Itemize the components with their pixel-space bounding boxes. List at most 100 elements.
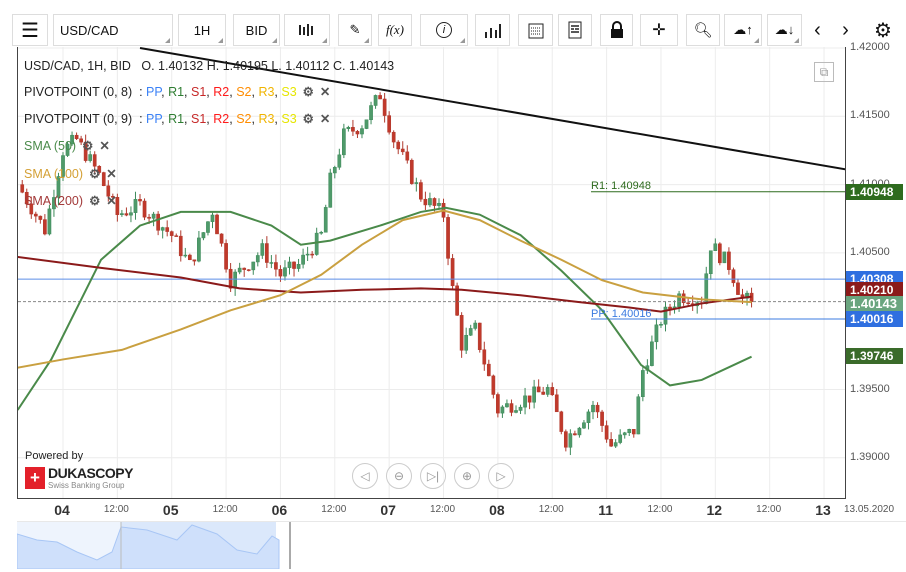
- period-value: 1H: [193, 22, 211, 38]
- gear-icon[interactable]: ⚙: [89, 166, 100, 181]
- candle-body: [573, 433, 577, 436]
- candle-body: [582, 422, 586, 429]
- candle-body: [532, 386, 536, 403]
- candle-body: [369, 105, 373, 121]
- legend-sma-200: SMA (200) ⚙ ✕: [24, 193, 117, 208]
- fullscreen-button[interactable]: ⧉: [814, 62, 834, 82]
- candle-body: [541, 391, 546, 395]
- candle-body: [287, 261, 292, 268]
- x-tick: 12:00: [538, 504, 564, 515]
- x-tick: 06: [271, 502, 288, 518]
- navigator-chart: [16, 522, 291, 570]
- candle-body: [618, 434, 623, 443]
- pivot-s1: S1: [191, 112, 207, 126]
- close-icon[interactable]: ✕: [106, 166, 116, 181]
- gear-icon[interactable]: ⚙: [82, 138, 93, 153]
- close-icon[interactable]: ✕: [99, 138, 109, 153]
- scroll-left-button[interactable]: ‹: [805, 14, 830, 46]
- navigator[interactable]: [16, 521, 906, 570]
- price-label: 1.40016: [846, 311, 903, 327]
- candle-body: [92, 154, 97, 167]
- period-select[interactable]: 1H: [178, 14, 226, 46]
- x-tick: 12: [706, 502, 723, 518]
- candle-body: [283, 267, 287, 277]
- candle-body: [47, 208, 52, 235]
- candle-body: [727, 251, 731, 270]
- draw-button[interactable]: ✎: [338, 14, 372, 46]
- candle-body: [464, 335, 469, 351]
- pencil-icon: ✎: [349, 22, 361, 37]
- candle-body: [246, 269, 251, 271]
- candle-body: [514, 410, 518, 413]
- zoom-out-button[interactable]: ⊖: [386, 463, 412, 489]
- candle-body: [554, 394, 559, 413]
- candle-body: [604, 425, 609, 440]
- symbol-select[interactable]: USD/CAD: [53, 14, 173, 46]
- gear-icon[interactable]: ⚙: [89, 193, 100, 208]
- price-chart[interactable]: USD/CAD, 1H, BID O. 1.40132 H. 1.40195 L…: [17, 47, 846, 499]
- legend-pivot-0: PIVOTPOINT (0, 8) : PP, R1, S1, R2, S2, …: [24, 84, 331, 99]
- pivot-s1: S1: [191, 85, 207, 99]
- gear-icon[interactable]: ⚙: [303, 111, 314, 126]
- candle-body: [428, 198, 432, 206]
- report-button[interactable]: [558, 14, 592, 46]
- zoom-chart-button[interactable]: 🔍︎: [686, 14, 720, 46]
- menu-button[interactable]: ☰: [12, 14, 48, 46]
- candle-body: [33, 213, 38, 217]
- pivot-pp: PP: [146, 112, 162, 126]
- candle-body: [219, 233, 224, 244]
- close-icon[interactable]: ✕: [320, 111, 330, 126]
- candle-body: [722, 251, 727, 264]
- candle-body: [351, 127, 355, 132]
- candle-body: [124, 213, 129, 216]
- brand-sub: Swiss Banking Group: [48, 481, 125, 490]
- zoom-in-button[interactable]: ⊕: [454, 463, 480, 489]
- fx-icon: f(x): [385, 22, 405, 37]
- side-select[interactable]: BID: [233, 14, 280, 46]
- calendar-button[interactable]: [518, 14, 553, 46]
- candle-body: [713, 243, 718, 251]
- candle-body: [364, 119, 369, 129]
- legend-pivot-1: PIVOTPOINT (0, 9) : PP, R1, S1, R2, S2, …: [24, 111, 331, 126]
- candle-body: [577, 427, 582, 436]
- triangle-right-icon: ▷: [496, 469, 506, 483]
- x-tick: 13: [815, 502, 831, 518]
- r1-label: R1: 1.40948: [591, 180, 651, 192]
- info-button[interactable]: i: [420, 14, 468, 46]
- x-tick: 12:00: [430, 504, 456, 515]
- bar-chart-icon: [484, 24, 501, 38]
- upload-button[interactable]: ☁↑: [724, 14, 762, 46]
- candle-body: [197, 237, 201, 262]
- chart-type-button[interactable]: [284, 14, 330, 46]
- time-axis[interactable]: 04 12:00 05 12:00 06 12:00 07 12:00 08 12:00 11 12:…: [17, 499, 906, 521]
- pivot-r1: R1: [168, 85, 185, 99]
- price-axis[interactable]: 1.420001.415001.410001.405001.395001.390…: [846, 41, 906, 499]
- close-icon[interactable]: ✕: [106, 193, 116, 208]
- download-button[interactable]: ☁↓: [767, 14, 802, 46]
- close-icon[interactable]: ✕: [320, 84, 330, 99]
- sma200-line: [18, 256, 752, 313]
- crosshair-icon: ✛: [652, 22, 666, 39]
- candle-body: [686, 302, 690, 305]
- nav-forward-button[interactable]: ▷: [488, 463, 514, 489]
- candle-body: [419, 182, 423, 200]
- gear-icon[interactable]: ⚙: [303, 84, 314, 99]
- candle-body: [328, 172, 333, 208]
- report-icon: [568, 21, 582, 39]
- pivot-r2: R2: [213, 112, 230, 126]
- y-tick: 1.41500: [850, 109, 890, 122]
- indicators-button[interactable]: f(x): [378, 14, 412, 46]
- reset-button[interactable]: ▷|: [420, 463, 446, 489]
- sma-label: SMA (100): [24, 167, 84, 181]
- pivot-s3: S3: [281, 112, 297, 126]
- nav-back-button[interactable]: ◁: [352, 463, 378, 489]
- volume-button[interactable]: [475, 14, 510, 46]
- lock-button[interactable]: [600, 14, 633, 46]
- candle-body: [88, 154, 93, 161]
- candle-body: [373, 95, 378, 106]
- crosshair-button[interactable]: ✛: [640, 14, 678, 46]
- candle-body: [133, 199, 138, 213]
- y-tick: 1.40500: [850, 245, 890, 258]
- x-tick: 12:00: [647, 504, 673, 515]
- candle-body: [355, 131, 360, 135]
